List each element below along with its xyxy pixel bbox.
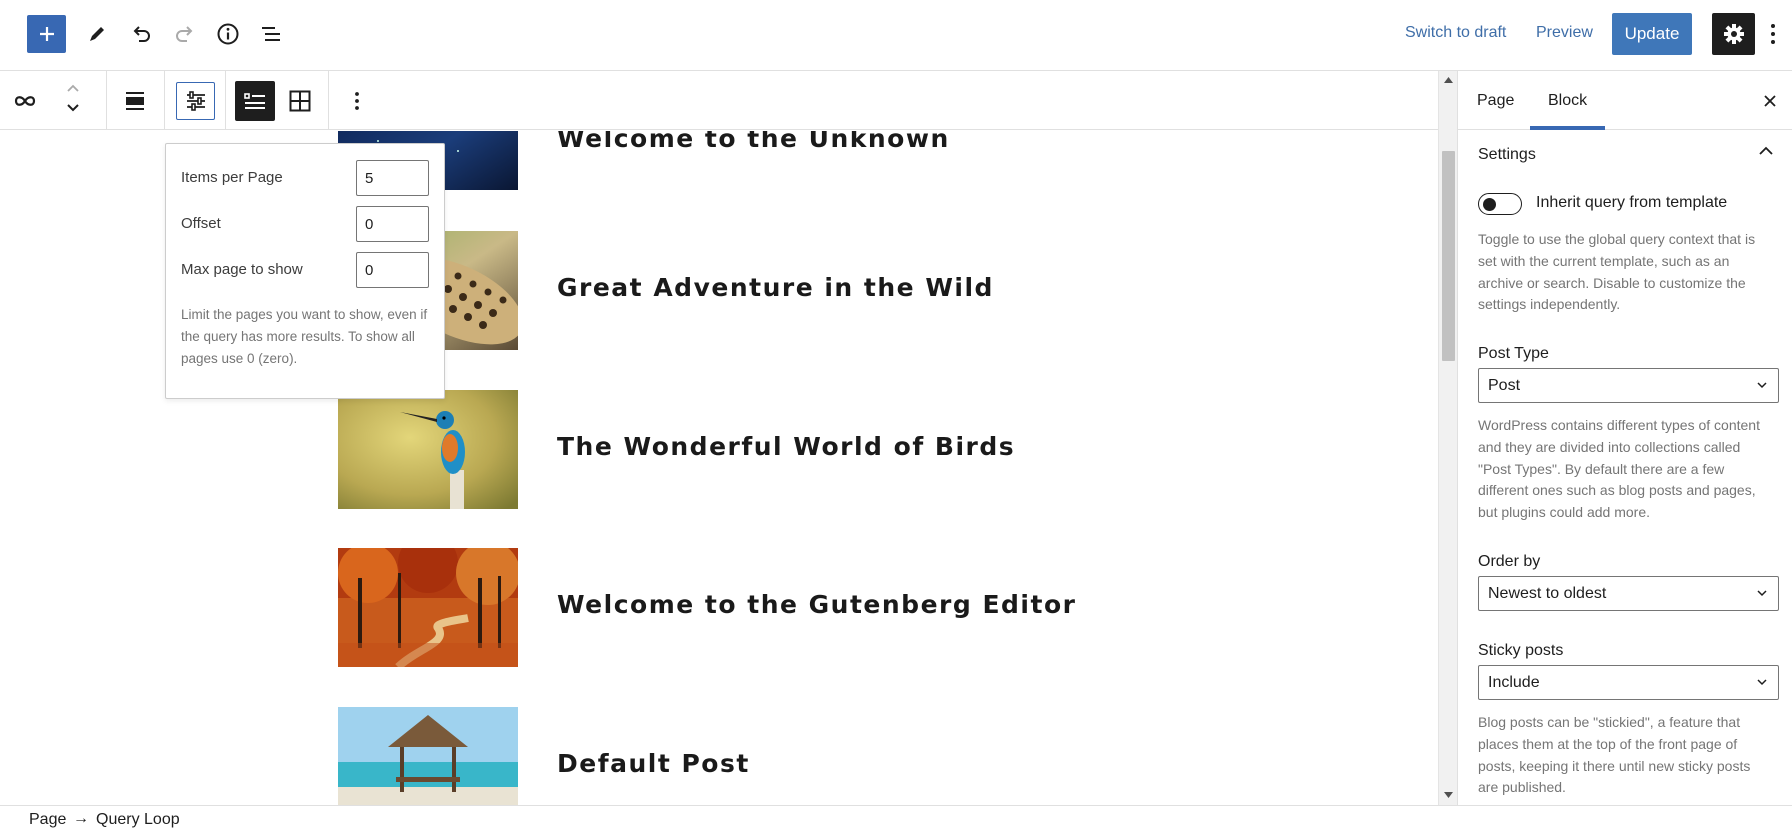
settings-button[interactable] bbox=[1712, 13, 1755, 55]
tab-block[interactable]: Block bbox=[1548, 92, 1587, 110]
post-title[interactable]: Great Adventure in the Wild bbox=[557, 273, 994, 302]
list-item: The Wonderful World of Birds bbox=[338, 390, 1238, 509]
chevron-up-icon bbox=[67, 84, 79, 92]
items-per-page-label: Items per Page bbox=[181, 169, 283, 186]
order-by-select[interactable]: Newest to oldest bbox=[1478, 576, 1779, 611]
sliders-icon bbox=[186, 91, 205, 111]
info-icon bbox=[217, 23, 239, 45]
order-by-label: Order by bbox=[1478, 553, 1541, 570]
post-type-value: Post bbox=[1488, 377, 1521, 394]
list-item: Great Adventure in the Wild bbox=[338, 231, 1238, 350]
tab-page[interactable]: Page bbox=[1477, 92, 1514, 110]
redo-button[interactable] bbox=[165, 14, 205, 54]
breadcrumb-page-link[interactable]: Page bbox=[29, 811, 66, 829]
move-up-button[interactable] bbox=[60, 79, 86, 97]
more-vertical-icon bbox=[355, 92, 359, 110]
move-down-button[interactable] bbox=[60, 99, 86, 117]
sticky-posts-label: Sticky posts bbox=[1478, 642, 1564, 659]
post-thumbnail[interactable] bbox=[338, 707, 518, 805]
post-thumbnail[interactable] bbox=[338, 390, 518, 509]
list-item: Welcome to the Gutenberg Editor bbox=[338, 548, 1238, 667]
gear-icon bbox=[1723, 24, 1744, 44]
grid-layout-button[interactable] bbox=[280, 81, 320, 121]
post-type-select[interactable]: Post bbox=[1478, 368, 1779, 403]
display-settings-button[interactable] bbox=[176, 82, 215, 120]
canvas-scrollbar[interactable] bbox=[1438, 71, 1457, 805]
breadcrumb-separator: → bbox=[73, 810, 89, 827]
list-item: Welcome to the Unknown bbox=[338, 131, 1238, 190]
sticky-posts-select[interactable]: Include bbox=[1478, 665, 1779, 700]
offset-input[interactable]: 0 bbox=[356, 206, 429, 242]
loop-icon bbox=[14, 96, 36, 106]
chevron-down-icon bbox=[1757, 590, 1767, 597]
undo-icon bbox=[133, 26, 150, 42]
scroll-down-arrow-icon[interactable] bbox=[1444, 792, 1453, 798]
max-page-label: Max page to show bbox=[181, 261, 303, 278]
inherit-query-label[interactable]: Inherit query from template bbox=[1536, 194, 1727, 212]
max-page-help-text: Limit the pages you want to show, even i… bbox=[181, 307, 428, 366]
post-title[interactable]: Welcome to the Unknown bbox=[557, 131, 950, 153]
switch-to-draft-button[interactable]: Switch to draft bbox=[1405, 24, 1506, 42]
align-wide-icon bbox=[126, 92, 144, 110]
query-loop-block-switcher[interactable] bbox=[10, 87, 40, 115]
chevron-down-icon bbox=[1757, 382, 1767, 389]
plus-icon bbox=[39, 27, 54, 41]
chevron-up-icon bbox=[1759, 146, 1773, 155]
breadcrumb: Page → Query Loop bbox=[0, 805, 1792, 831]
options-menu-button[interactable] bbox=[1758, 14, 1788, 54]
close-sidebar-button[interactable] bbox=[1756, 87, 1784, 115]
chevron-down-icon bbox=[67, 104, 79, 112]
update-button[interactable]: Update bbox=[1612, 13, 1692, 55]
redo-icon bbox=[176, 26, 193, 42]
items-per-page-input[interactable]: 5 bbox=[356, 160, 429, 196]
list-layout-icon bbox=[244, 93, 265, 109]
sticky-posts-value: Include bbox=[1488, 674, 1540, 691]
settings-panel-title[interactable]: Settings bbox=[1478, 146, 1536, 164]
block-options-button[interactable] bbox=[342, 85, 372, 117]
inherit-query-toggle[interactable] bbox=[1478, 193, 1522, 215]
list-layout-button[interactable] bbox=[235, 81, 275, 121]
scroll-up-arrow-icon[interactable] bbox=[1444, 77, 1453, 83]
active-tab-indicator bbox=[1530, 126, 1605, 130]
undo-button[interactable] bbox=[121, 14, 161, 54]
grid-icon bbox=[289, 90, 311, 112]
post-title[interactable]: Welcome to the Gutenberg Editor bbox=[557, 590, 1076, 619]
max-page-input[interactable]: 0 bbox=[356, 252, 429, 288]
close-icon bbox=[1764, 95, 1776, 107]
sticky-posts-help: Blog posts can be "stickied", a feature … bbox=[1478, 714, 1751, 796]
post-title[interactable]: The Wonderful World of Birds bbox=[557, 432, 1015, 461]
post-title[interactable]: Default Post bbox=[557, 749, 750, 778]
order-by-value: Newest to oldest bbox=[1488, 585, 1607, 602]
preview-button[interactable]: Preview bbox=[1536, 24, 1593, 42]
list-view-icon bbox=[262, 27, 280, 41]
display-settings-popover: Items per Page 5 Offset 0 Max page to sh… bbox=[165, 143, 445, 399]
inherit-query-help: Toggle to use the global query context t… bbox=[1478, 231, 1756, 313]
post-type-help: WordPress contains different types of co… bbox=[1478, 417, 1760, 521]
toggle-knob bbox=[1483, 197, 1496, 211]
details-button[interactable] bbox=[208, 14, 248, 54]
tools-button[interactable] bbox=[77, 14, 117, 54]
post-thumbnail[interactable] bbox=[338, 548, 518, 667]
settings-sidebar: Page Block Settings Inherit query from t… bbox=[1457, 71, 1792, 805]
block-toolbar bbox=[0, 71, 1438, 130]
pencil-icon bbox=[90, 27, 104, 41]
post-type-label: Post Type bbox=[1478, 345, 1549, 362]
add-block-button[interactable] bbox=[27, 15, 66, 53]
list-view-button[interactable] bbox=[251, 14, 291, 54]
more-vertical-icon bbox=[1771, 24, 1775, 44]
chevron-down-icon bbox=[1757, 679, 1767, 686]
breadcrumb-current[interactable]: Query Loop bbox=[96, 811, 180, 829]
panel-toggle-button[interactable] bbox=[1758, 145, 1774, 157]
editor-top-bar: Switch to draft Preview Update bbox=[0, 0, 1792, 71]
align-button[interactable] bbox=[118, 85, 152, 117]
offset-label: Offset bbox=[181, 215, 221, 232]
scrollbar-thumb[interactable] bbox=[1442, 151, 1455, 361]
list-item: Default Post bbox=[338, 707, 1238, 805]
